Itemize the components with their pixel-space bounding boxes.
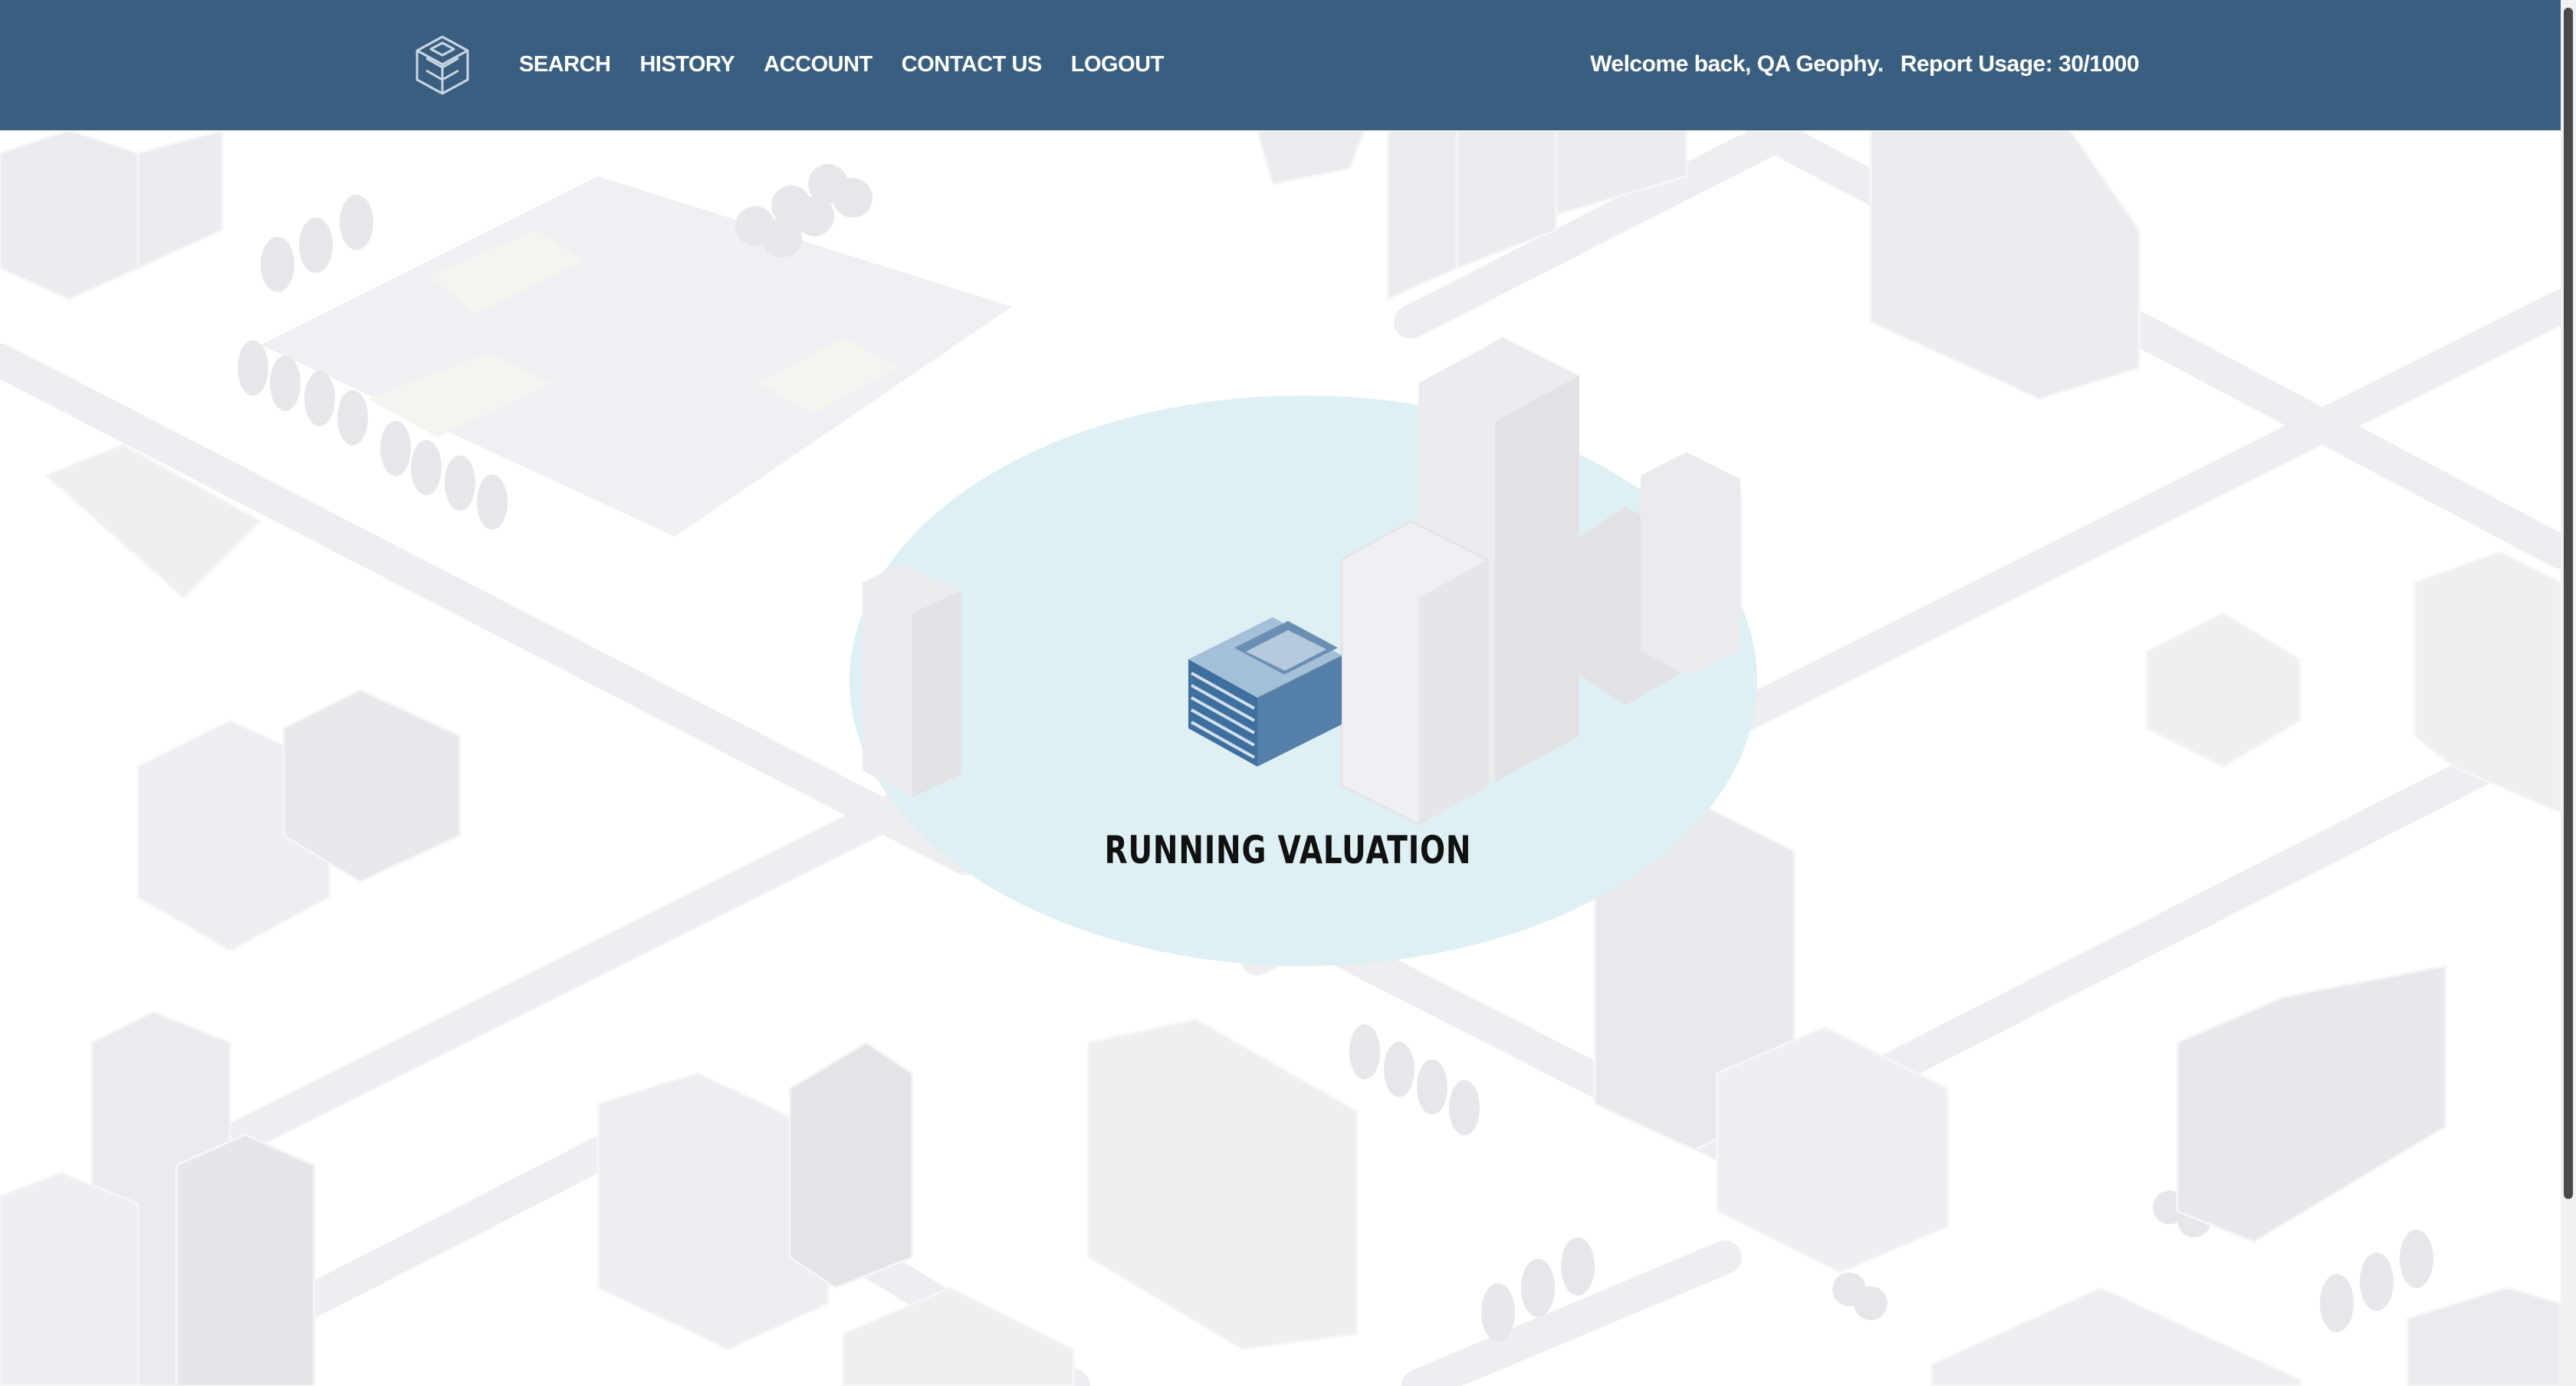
nav-contact-us[interactable]: CONTACT US xyxy=(902,52,1042,77)
building-loader-icon xyxy=(1188,617,1342,767)
loading-status-text: RUNNING VALUATION xyxy=(1104,828,1472,872)
user-info: Welcome back, QA Geophy. Report Usage: 3… xyxy=(1590,48,2139,81)
welcome-message: Welcome back, QA Geophy. xyxy=(1590,51,1884,77)
nav-search[interactable]: SEARCH xyxy=(519,52,611,77)
nav-account[interactable]: ACCOUNT xyxy=(764,52,872,77)
scrollbar-thumb[interactable] xyxy=(2564,8,2573,1199)
top-navigation-bar: SEARCH HISTORY ACCOUNT CONTACT US LOGOUT… xyxy=(0,0,2576,130)
nav-logout[interactable]: LOGOUT xyxy=(1071,52,1165,77)
main-nav: SEARCH HISTORY ACCOUNT CONTACT US LOGOUT xyxy=(519,48,1164,81)
report-usage: Report Usage: 30/1000 xyxy=(1900,51,2140,77)
nav-history[interactable]: HISTORY xyxy=(639,52,734,77)
logo-cube-icon[interactable] xyxy=(414,34,471,97)
